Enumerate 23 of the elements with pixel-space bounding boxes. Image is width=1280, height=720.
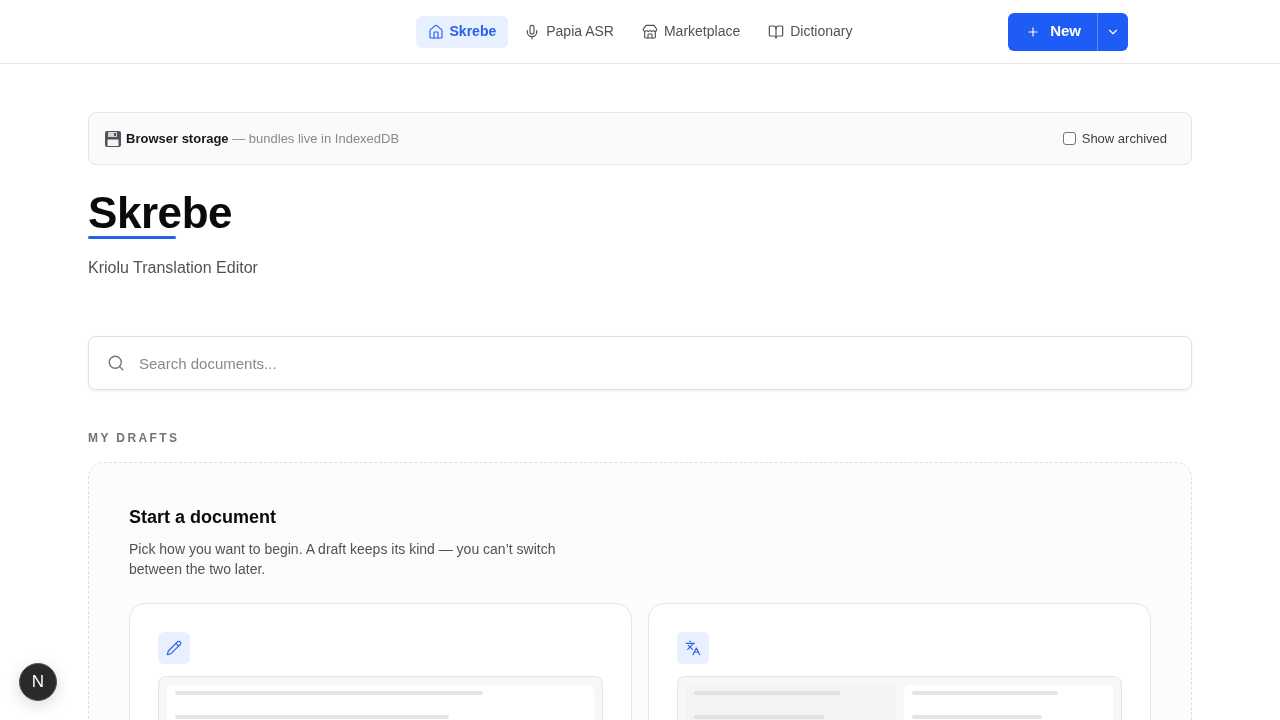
nav-tab[interactable]: Marketplace bbox=[629, 15, 753, 48]
nav-tab[interactable]: Papia ASR bbox=[512, 15, 626, 48]
panel-description: Pick how you want to begin. A draft keeps its kind — you can’t switch between the two later. bbox=[129, 540, 557, 579]
home-icon bbox=[427, 23, 444, 40]
new-button[interactable]: New bbox=[1008, 12, 1097, 51]
storage-info-text: Browser storage — bundles live in IndexedDB bbox=[126, 129, 400, 148]
nav-tab[interactable]: Dictionary bbox=[756, 15, 865, 48]
book-icon bbox=[768, 23, 785, 40]
app-title: Skrebe bbox=[88, 191, 233, 235]
show-archived-checkbox[interactable] bbox=[1062, 132, 1076, 145]
dev-indicator-button[interactable]: N bbox=[19, 663, 57, 701]
app-subtitle: Kriolu Translation Editor bbox=[88, 258, 258, 278]
storefront-icon bbox=[641, 23, 658, 40]
translate-icon bbox=[677, 632, 709, 664]
plus-icon bbox=[1026, 24, 1041, 39]
nav-tab[interactable]: Skrebe bbox=[415, 15, 509, 48]
show-archived-label: Show archived bbox=[1081, 129, 1167, 148]
new-options-button[interactable] bbox=[1097, 12, 1128, 51]
pencil-icon bbox=[158, 632, 190, 664]
section-heading: MY DRAFTS bbox=[88, 430, 180, 446]
search-icon bbox=[107, 354, 125, 372]
search-field[interactable]: Search documents... bbox=[88, 336, 1192, 390]
panel-title: Start a document bbox=[129, 506, 277, 529]
